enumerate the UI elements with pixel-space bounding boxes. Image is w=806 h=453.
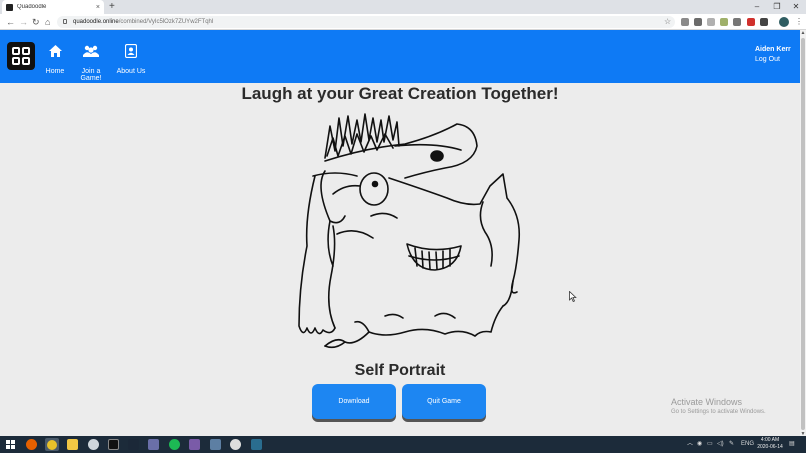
home-button[interactable]: ⌂	[45, 16, 50, 28]
watermark-subtitle: Go to Settings to activate Windows.	[671, 409, 766, 415]
watermark-title: Activate Windows	[671, 397, 743, 407]
tray-network-icon[interactable]: ◉	[697, 439, 702, 450]
reload-button[interactable]: ↻	[32, 16, 40, 28]
scroll-up-icon[interactable]: ▲	[800, 30, 806, 36]
app-icon[interactable]	[210, 439, 221, 450]
ublock-icon[interactable]	[747, 18, 755, 26]
quadoodle-logo[interactable]	[7, 42, 35, 70]
back-button[interactable]: ←	[6, 16, 15, 28]
close-window-button[interactable]: ✕	[785, 0, 806, 14]
spotify-icon[interactable]	[169, 439, 180, 450]
quit-game-button[interactable]: Quit Game	[402, 384, 486, 419]
nav-about-us[interactable]: About Us	[116, 42, 146, 75]
nav-about-us-label: About Us	[116, 68, 146, 75]
site-favicon-icon	[6, 3, 13, 11]
page-scrollbar[interactable]: ▲ ▼	[800, 30, 806, 437]
bookmark-star-icon[interactable]: ☆	[664, 16, 671, 28]
lock-icon	[63, 19, 67, 24]
browser-tab[interactable]: Quadoodle ×	[2, 0, 104, 14]
clock-time: 4:00 AM	[760, 437, 780, 443]
activate-windows-watermark: Activate Windows Go to Settings to activ…	[671, 397, 766, 415]
terminal-icon[interactable]	[108, 439, 119, 450]
minimize-button[interactable]: –	[746, 0, 768, 14]
browser-toolbar: ← → ↻ ⌂ quadoodle.online/combined/VyIc5l…	[0, 14, 806, 30]
url-host: quadoodle.online	[73, 19, 119, 25]
visual-studio-icon[interactable]	[148, 439, 159, 450]
browser-tab-strip: Quadoodle × + – ❐ ✕	[0, 0, 806, 14]
tab-title: Quadoodle	[17, 4, 47, 10]
download-button[interactable]: Download	[312, 384, 396, 419]
windows-taskbar: ︿ ◉ ▭ ◁) ✎ ENG 4:00 AM 2020-06-14 ▤	[0, 436, 806, 453]
url-path: /combined/VyIc5lOzk7ZUYw2FTqhI	[118, 19, 214, 25]
extension-icon[interactable]	[720, 18, 728, 26]
file-explorer-icon[interactable]	[67, 439, 78, 450]
extension-icon[interactable]	[733, 18, 741, 26]
chrome-icon[interactable]	[47, 440, 57, 450]
extension-icon[interactable]	[707, 18, 715, 26]
user-menu: Aiden Kerr Log Out	[755, 46, 791, 63]
users-icon	[71, 42, 111, 60]
nav-home[interactable]: Home	[45, 42, 65, 75]
page-heading: Laugh at your Great Creation Together!	[241, 84, 559, 103]
tray-chevron-icon[interactable]: ︿	[687, 439, 693, 450]
browser-menu-icon[interactable]: ⋮	[795, 16, 803, 28]
taskbar-clock[interactable]: 4:00 AM 2020-06-14	[756, 437, 784, 451]
tray-wifi-icon[interactable]: ▭	[707, 439, 713, 450]
app-icon[interactable]	[189, 439, 200, 450]
app-header: Home Join a Game! About Us Aiden Kerr Lo…	[0, 30, 800, 83]
extension-icon[interactable]	[694, 18, 702, 26]
obs-icon[interactable]	[230, 439, 241, 450]
scrollbar-thumb[interactable]	[801, 38, 805, 430]
address-bar[interactable]: quadoodle.online/combined/VyIc5lOzk7ZUYw…	[57, 16, 675, 28]
forward-button[interactable]: →	[19, 16, 28, 28]
nav-home-label: Home	[45, 68, 65, 75]
combined-drawing-image	[298, 113, 521, 349]
mouse-cursor-icon	[569, 291, 577, 302]
steam-icon[interactable]	[128, 439, 139, 450]
logout-link[interactable]: Log Out	[755, 56, 791, 63]
drawing-caption: Self Portrait	[354, 362, 446, 379]
language-indicator[interactable]: ENG	[741, 439, 754, 450]
download-extension-icon[interactable]	[760, 18, 768, 26]
user-card-icon	[116, 42, 146, 60]
tray-volume-icon[interactable]: ◁)	[717, 439, 724, 450]
nav-join-game-label: Join a Game!	[80, 68, 102, 82]
tray-pen-icon[interactable]: ✎	[729, 439, 734, 450]
nav-join-game[interactable]: Join a Game!	[71, 42, 111, 82]
app-icon[interactable]	[88, 439, 99, 450]
app-icon[interactable]	[251, 439, 262, 450]
windows-start-icon[interactable]	[6, 440, 15, 449]
home-icon	[45, 42, 65, 60]
profile-avatar-icon[interactable]	[779, 17, 789, 27]
notifications-icon[interactable]: ▤	[789, 439, 795, 450]
user-name: Aiden Kerr	[755, 46, 791, 53]
new-tab-button[interactable]: +	[109, 1, 115, 13]
extension-icon[interactable]	[681, 18, 689, 26]
tab-close-icon[interactable]: ×	[96, 4, 100, 11]
clock-date: 2020-06-14	[757, 444, 783, 450]
firefox-icon[interactable]	[26, 439, 37, 450]
